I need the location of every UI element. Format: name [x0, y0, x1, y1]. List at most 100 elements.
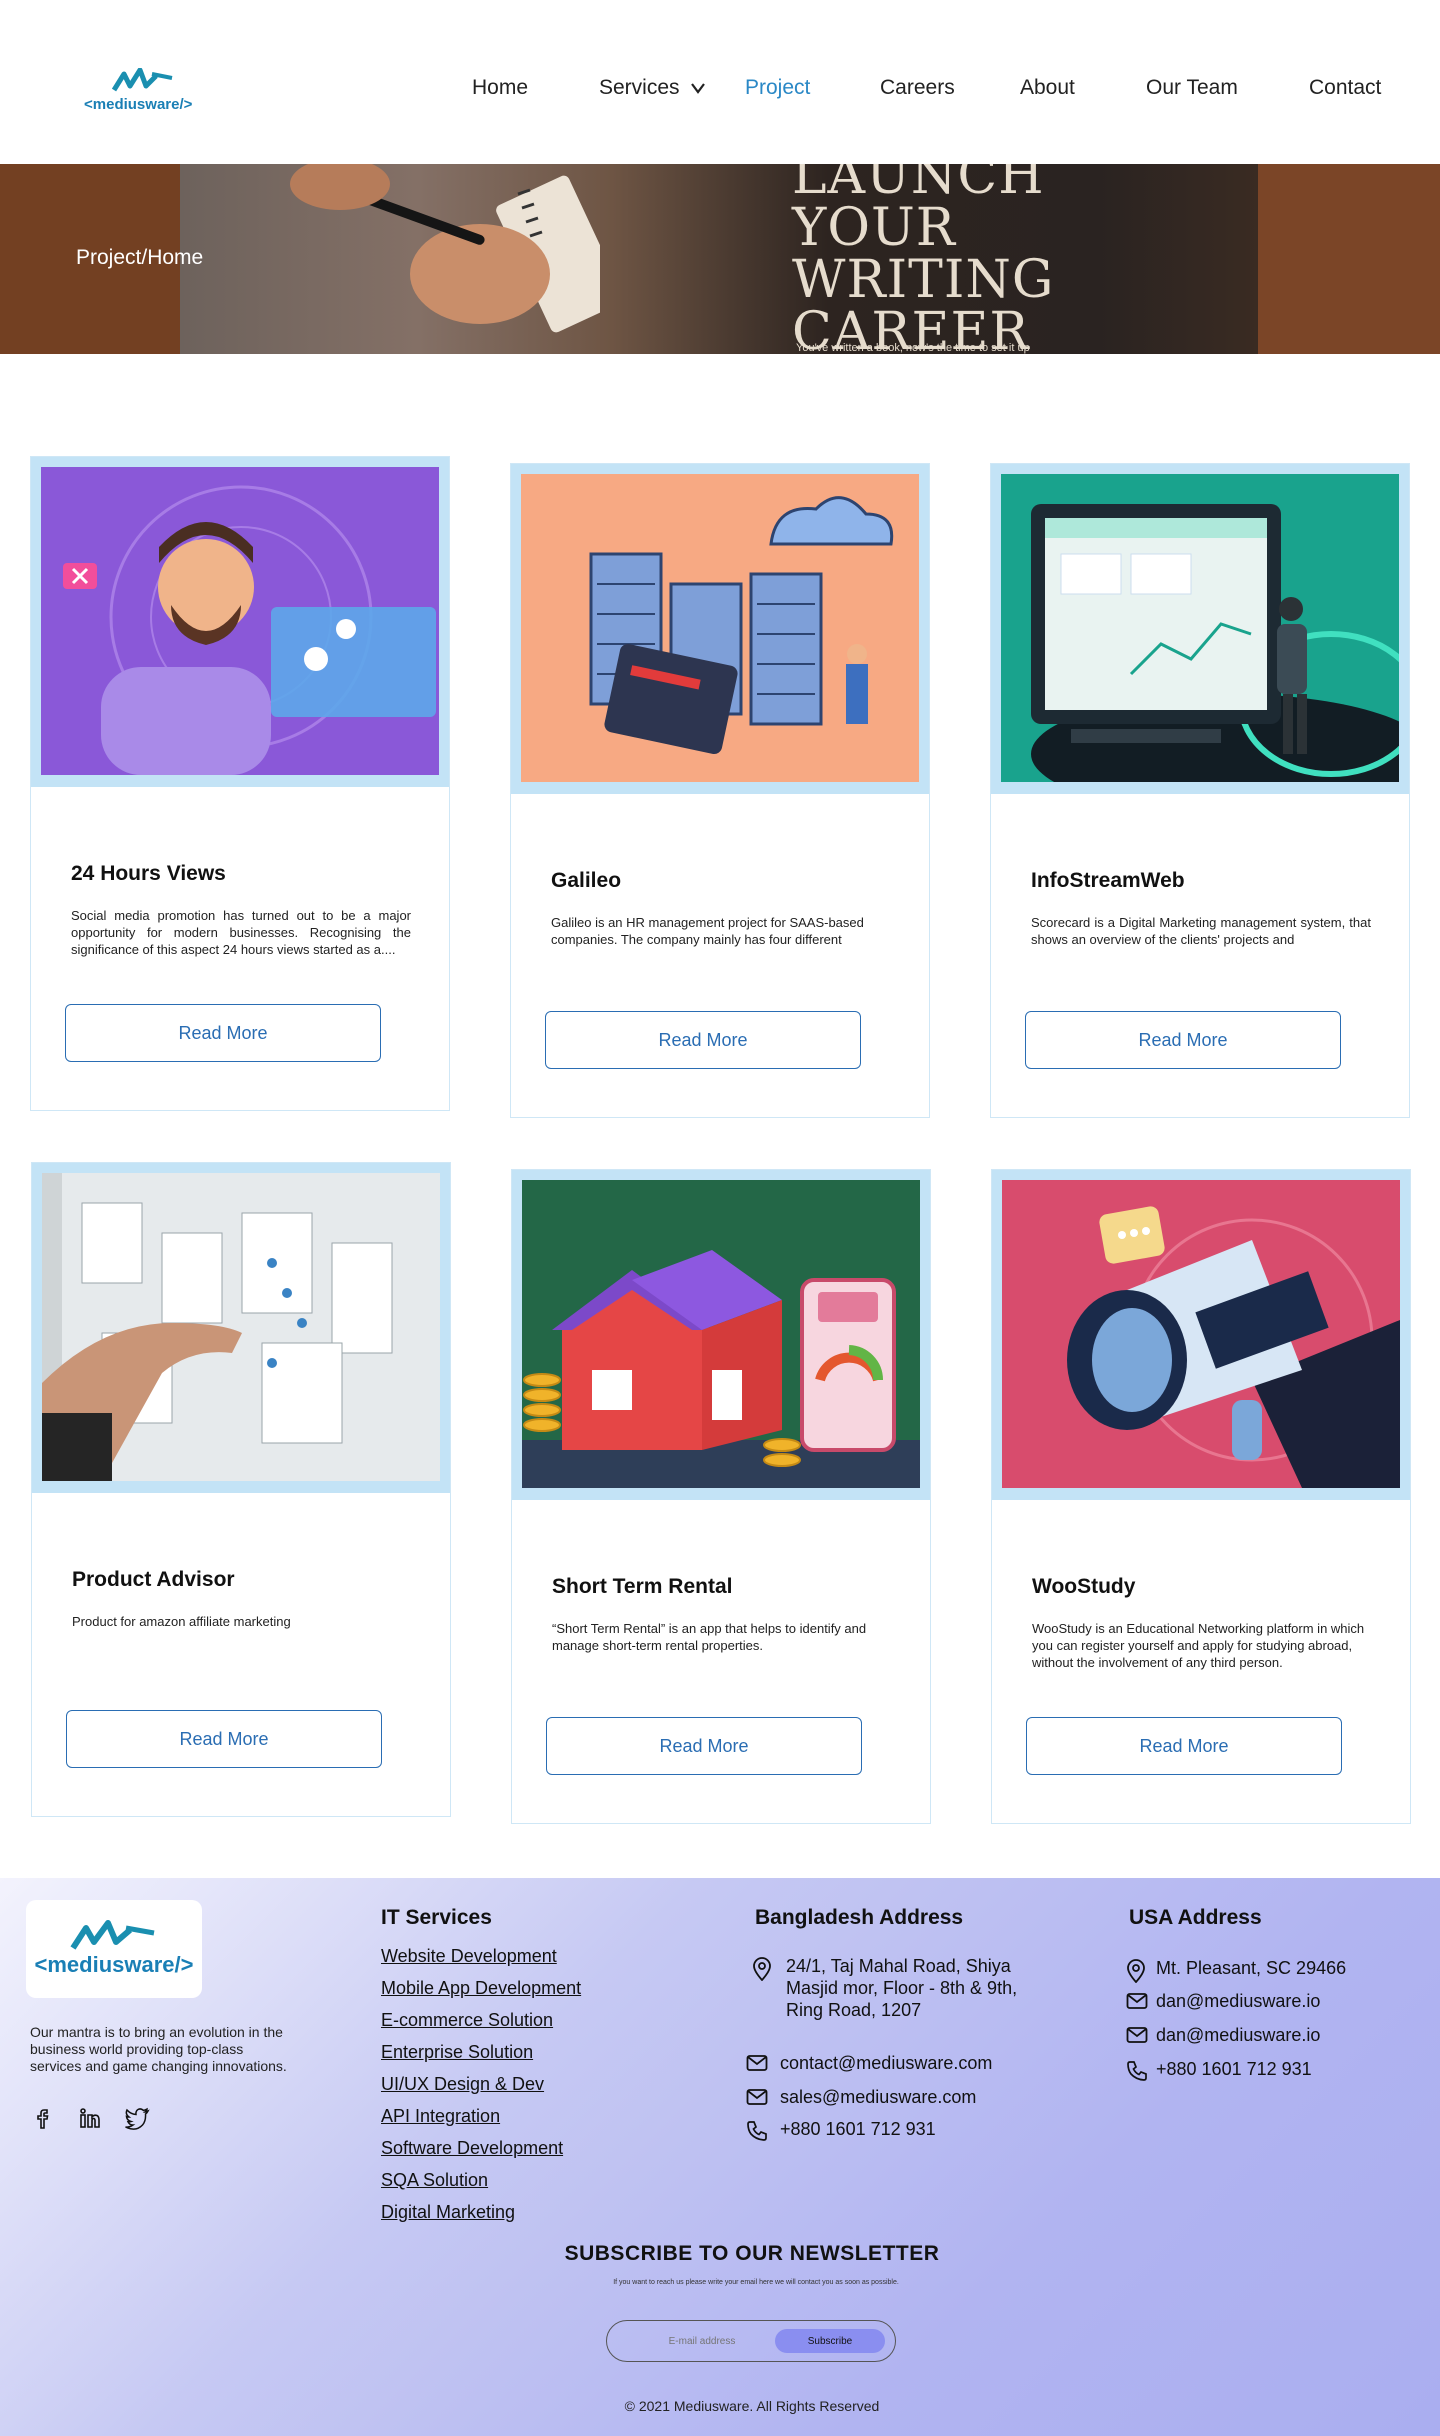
project-image [32, 1163, 450, 1493]
read-more-button[interactable]: Read More [66, 1710, 382, 1768]
breadcrumb: Project/Home [76, 246, 204, 269]
hero-banner: Project/Home LAUNCH YOUR WRITING CAREER … [0, 164, 1440, 354]
service-link[interactable]: Website Development [381, 1946, 557, 1967]
project-description: Galileo is an HR management project for … [551, 915, 864, 947]
project-title: Galileo [551, 869, 622, 892]
location-pin-icon [753, 1957, 771, 1981]
project-image [31, 457, 449, 787]
project-description: Scorecard is a Digital Marketing managem… [1031, 915, 1371, 947]
project-card: Galileo Galileo is an HR management proj… [510, 463, 930, 1118]
service-link[interactable]: API Integration [381, 2106, 500, 2127]
subscribe-button[interactable]: Subscribe [775, 2329, 885, 2353]
project-description: WooStudy is an Educational Networking pl… [1032, 1621, 1365, 1670]
read-more-button[interactable]: Read More [546, 1717, 862, 1775]
read-more-button[interactable]: Read More [1026, 1717, 1342, 1775]
location-pin-icon [1127, 1959, 1145, 1983]
bangladesh-address-title: Bangladesh Address [755, 1906, 964, 1929]
project-title: InfoStreamWeb [1031, 869, 1185, 892]
phone-text: +880 1601 712 931 [780, 2119, 936, 2139]
twitter-icon[interactable] [124, 2106, 150, 2130]
company-mantra: Our mantra is to bring an evolution in t… [30, 2024, 287, 2074]
hero-heading: LAUNCH YOUR WRITING CAREER [792, 164, 1055, 354]
email-text: contact@mediusware.com [780, 2053, 993, 2073]
nav-about[interactable]: About [1020, 76, 1075, 100]
service-link[interactable]: Enterprise Solution [381, 2042, 533, 2063]
read-more-button[interactable]: Read More [1025, 1011, 1341, 1069]
hero-subtitle: You've written a book, now's the time to… [796, 342, 1030, 354]
project-description: “Short Term Rental” is an app that helps… [552, 1621, 867, 1653]
project-title: Product Advisor [72, 1568, 235, 1591]
email-text: sales@mediusware.com [780, 2087, 977, 2107]
project-image [992, 1170, 1410, 1500]
main-nav: Home Services Project Careers About Our … [0, 76, 1440, 106]
project-image [512, 1170, 930, 1500]
linkedin-icon[interactable] [78, 2106, 102, 2130]
usa-email-1[interactable]: dan@mediusware.io [1126, 1990, 1426, 2014]
chevron-down-icon [690, 83, 705, 95]
project-card: InfoStreamWeb Scorecard is a Digital Mar… [990, 463, 1410, 1118]
read-more-button[interactable]: Read More [545, 1011, 861, 1069]
dashboard-monitor-illustration [1001, 474, 1399, 782]
service-link[interactable]: E-commerce Solution [381, 2010, 553, 2031]
bangladesh-email-contact[interactable]: contact@mediusware.com [746, 2052, 1076, 2076]
project-card: 24 Hours Views Social media promotion ha… [30, 456, 450, 1111]
service-link[interactable]: Mobile App Development [381, 1978, 581, 1999]
bangladesh-email-sales[interactable]: sales@mediusware.com [746, 2086, 1076, 2110]
project-card: WooStudy WooStudy is an Educational Netw… [991, 1169, 1411, 1824]
facebook-icon[interactable] [32, 2106, 56, 2130]
nav-project[interactable]: Project [745, 76, 810, 100]
usa-address-title: USA Address [1129, 1906, 1262, 1929]
phone-icon [1127, 2061, 1147, 2081]
nav-home[interactable]: Home [472, 76, 528, 100]
hero-right-panel [1258, 164, 1440, 354]
usa-email-2[interactable]: dan@mediusware.io [1126, 2024, 1426, 2048]
service-link[interactable]: SQA Solution [381, 2170, 488, 2191]
footer-logo[interactable]: <mediusware/> [26, 1900, 202, 1998]
service-link[interactable]: Digital Marketing [381, 2202, 515, 2223]
project-image [511, 464, 929, 794]
usa-phone[interactable]: +880 1601 712 931 [1126, 2058, 1426, 2082]
bangladesh-address-text: 24/1, Taj Mahal Road, Shiya Masjid mor, … [786, 1956, 1018, 2020]
mail-icon [1126, 1993, 1148, 2009]
mail-icon [1126, 2027, 1148, 2043]
site-footer: <mediusware/> Our mantra is to bring an … [0, 1878, 1440, 2436]
mail-icon [746, 2089, 768, 2105]
project-image [991, 464, 1409, 794]
service-link[interactable]: Software Development [381, 2138, 563, 2159]
project-title: 24 Hours Views [71, 862, 226, 885]
phone-text: +880 1601 712 931 [1156, 2059, 1312, 2079]
logo-mark-icon [70, 1920, 155, 1950]
project-title: WooStudy [1032, 1575, 1136, 1598]
whiteboard-photo [42, 1173, 440, 1481]
nav-services[interactable]: Services [599, 76, 706, 100]
email-input[interactable] [627, 2327, 777, 2355]
usa-address: Mt. Pleasant, SC 29466 [1126, 1957, 1426, 1983]
email-text: dan@mediusware.io [1156, 2025, 1321, 2045]
hero-photo [180, 164, 1260, 354]
project-description: Social media promotion has turned out to… [71, 908, 411, 957]
nav-our-team[interactable]: Our Team [1146, 76, 1238, 100]
site-header: <mediusware/> Home Services Project Care… [0, 0, 1440, 164]
megaphone-illustration [1002, 1180, 1400, 1488]
logo-wordmark: <mediusware/> [34, 1952, 194, 1977]
vr-user-illustration [41, 467, 439, 775]
nav-contact[interactable]: Contact [1309, 76, 1381, 100]
nav-careers[interactable]: Careers [880, 76, 955, 100]
it-services-title: IT Services [381, 1906, 492, 1929]
project-card: Product Advisor Product for amazon affil… [31, 1162, 451, 1817]
service-link[interactable]: UI/UX Design & Dev [381, 2074, 544, 2095]
newsletter-note: If you want to reach us please write you… [613, 2279, 899, 2286]
copyright: © 2021 Mediusware. All Rights Reserved [624, 2398, 880, 2414]
bangladesh-address: 24/1, Taj Mahal Road, Shiya Masjid mor, … [752, 1955, 1082, 2025]
project-title: Short Term Rental [552, 1575, 733, 1598]
read-more-button[interactable]: Read More [65, 1004, 381, 1062]
newsletter-form: Subscribe [606, 2320, 896, 2362]
project-card: Short Term Rental “Short Term Rental” is… [511, 1169, 931, 1824]
house-credit-score-illustration [522, 1180, 920, 1488]
mail-icon [746, 2055, 768, 2071]
newsletter-title: SUBSCRIBE TO OUR NEWSLETTER [564, 2242, 940, 2265]
servers-cloud-illustration [521, 474, 919, 782]
email-text: dan@mediusware.io [1156, 1991, 1321, 2011]
bangladesh-phone[interactable]: +880 1601 712 931 [746, 2118, 1076, 2142]
hero-writing-illustration [290, 164, 624, 333]
